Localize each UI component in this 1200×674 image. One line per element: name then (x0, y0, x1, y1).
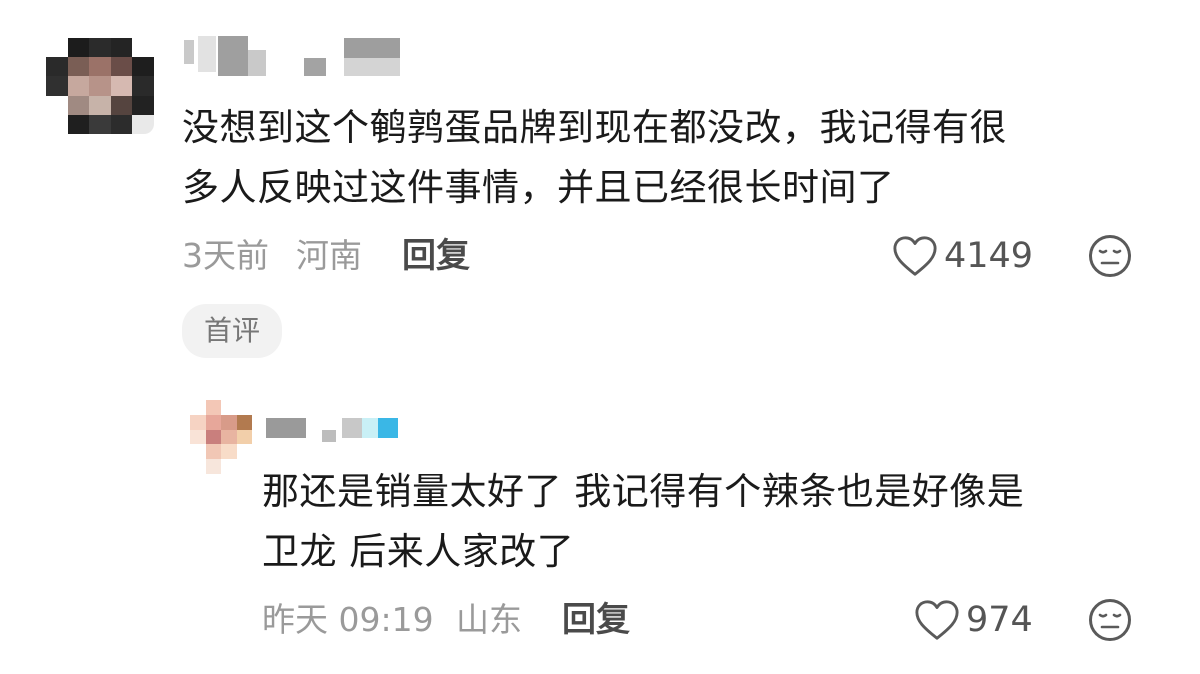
neutral-face-icon[interactable] (1088, 598, 1132, 642)
neutral-face-icon[interactable] (1088, 234, 1132, 278)
comment-avatar[interactable] (46, 38, 154, 134)
reply-reply-button[interactable]: 回复 (562, 600, 630, 640)
reply-username-blurred[interactable] (266, 412, 406, 446)
comment-username-blurred[interactable] (184, 36, 404, 78)
reply-text-line-1: 那还是销量太好了 我记得有个辣条也是好像是 (262, 470, 1025, 513)
comment-like-count: 4149 (944, 236, 1034, 276)
reply-text-line-2: 卫龙 后来人家改了 (262, 530, 575, 573)
reply-location: 山东 (456, 600, 522, 639)
heart-outline-icon (893, 236, 937, 276)
reply-like-button[interactable]: 974 (914, 598, 1033, 642)
reply-avatar[interactable] (190, 400, 252, 474)
reply-time: 昨天 09:19 (262, 600, 434, 639)
comment-reply-button[interactable]: 回复 (402, 236, 470, 276)
reply-like-count: 974 (966, 600, 1033, 640)
comment-time: 3天前 (182, 236, 269, 275)
first-comment-badge: 首评 (182, 304, 283, 358)
comment-like-button[interactable]: 4149 (892, 234, 1033, 278)
comment-text-line-1: 没想到这个鹌鹑蛋品牌到现在都没改，我记得有很 (182, 106, 1007, 149)
comment-location: 河南 (296, 236, 362, 275)
comment-text-line-2: 多人反映过这件事情，并且已经很长时间了 (182, 166, 895, 209)
heart-outline-icon (915, 600, 959, 640)
